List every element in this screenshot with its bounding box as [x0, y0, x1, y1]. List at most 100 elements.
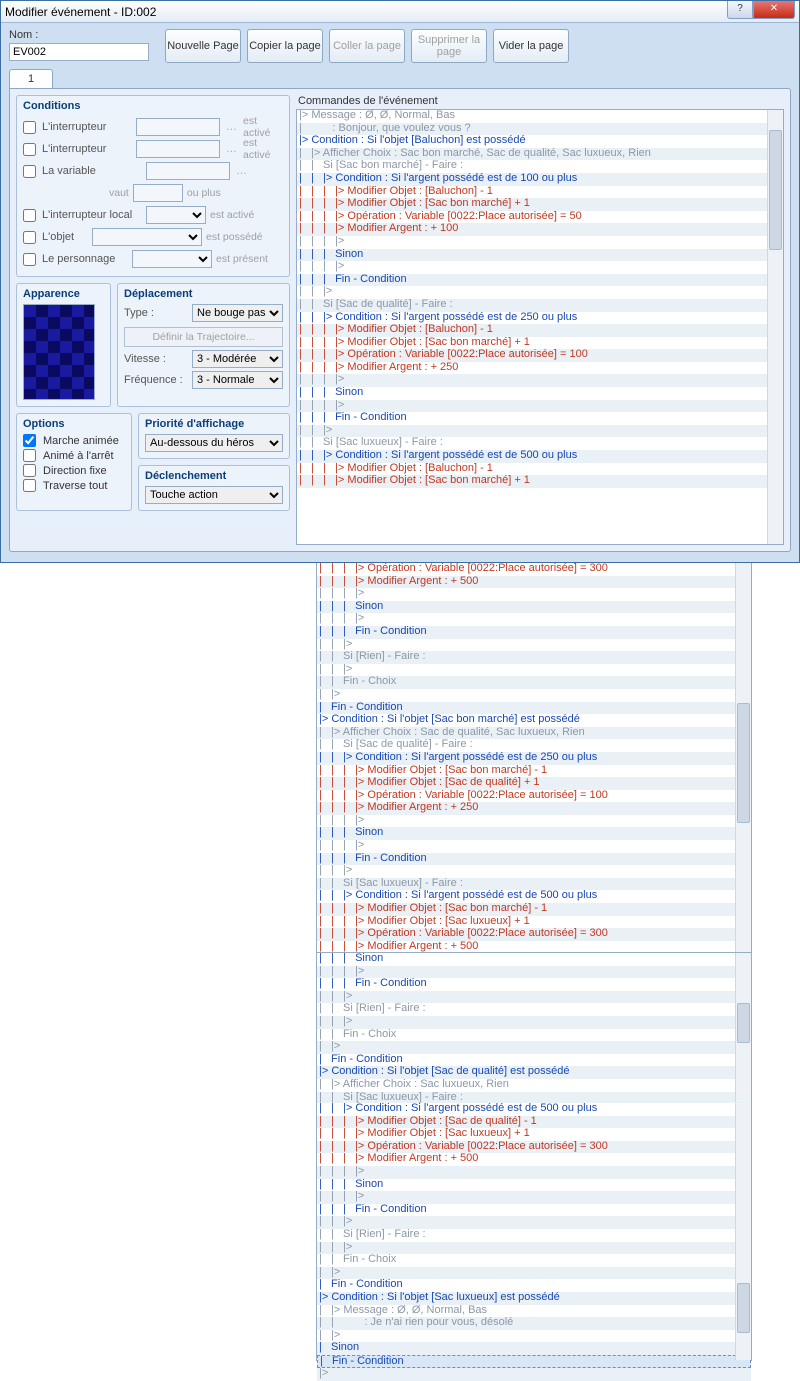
cond-variable-check[interactable]	[23, 165, 36, 178]
command-row[interactable]: | Fin - Condition	[317, 1355, 751, 1369]
new-page-button[interactable]: Nouvelle Page	[165, 29, 241, 63]
opt-dirfix-check[interactable]	[23, 464, 36, 477]
trigger-title: Déclenchement	[145, 470, 283, 482]
cond-switch1-field[interactable]	[136, 118, 220, 136]
scroll-thumb[interactable]	[737, 703, 750, 823]
scroll-thumb[interactable]	[737, 1283, 750, 1333]
command-row[interactable]: | | | Sinon	[297, 249, 783, 262]
event-editor-window: Modifier événement - ID:002 ? ✕ Nom : No…	[0, 0, 800, 563]
command-row[interactable]: | | Si [Rien] - Faire :	[317, 1229, 751, 1242]
movement-speed-select[interactable]: 3 - Modérée	[192, 350, 283, 368]
command-row[interactable]: | | | Sinon	[297, 387, 783, 400]
conditions-group: Conditions L'interrupteur…est activé L'i…	[16, 95, 290, 277]
command-row[interactable]: | | | Sinon	[317, 827, 751, 840]
tab-page-1[interactable]: 1	[9, 69, 53, 88]
priority-select[interactable]: Au-dessous du héros	[145, 434, 283, 452]
command-row[interactable]: |>	[317, 1368, 751, 1381]
command-row[interactable]: | | Fin - Choix	[317, 1254, 751, 1267]
scrollbar[interactable]	[735, 563, 751, 952]
scrollbar[interactable]	[735, 953, 751, 1102]
opt-stepanim-check[interactable]	[23, 449, 36, 462]
command-row[interactable]: | | | Fin - Condition	[297, 412, 783, 425]
scroll-thumb[interactable]	[737, 1003, 750, 1043]
commands-listbox-3[interactable]: | | | Sinon| | | |>| | | Fin - Condition…	[316, 953, 752, 1103]
scrollbar[interactable]	[767, 110, 783, 544]
command-row[interactable]: | Sinon	[317, 1342, 751, 1355]
command-row[interactable]: | | Si [Rien] - Faire :	[317, 1003, 751, 1016]
command-row[interactable]: | | Fin - Choix	[317, 1029, 751, 1042]
cond-item-field[interactable]	[92, 228, 202, 246]
command-row[interactable]: | | | Sinon	[317, 601, 751, 614]
titlebar[interactable]: Modifier événement - ID:002 ? ✕	[1, 1, 799, 23]
scroll-thumb[interactable]	[769, 130, 782, 250]
opt-walkanim-check[interactable]	[23, 434, 36, 447]
ellipsis-icon[interactable]: …	[224, 121, 239, 133]
overflow-area: | | | |> Opération : Variable [0022:Plac…	[0, 563, 800, 1361]
name-field[interactable]	[9, 43, 149, 61]
command-row[interactable]: | | Si [Rien] - Faire :	[317, 651, 751, 664]
command-row[interactable]: | | | |> Modifier Argent : + 250	[317, 802, 751, 815]
window-title: Modifier événement - ID:002	[5, 5, 727, 19]
cond-variable-field[interactable]	[146, 162, 230, 180]
ellipsis-icon[interactable]: …	[234, 165, 249, 177]
cond-switch1-check[interactable]	[23, 121, 36, 134]
movement-type-select[interactable]: Ne bouge pas	[192, 304, 283, 322]
opt-through-check[interactable]	[23, 479, 36, 492]
command-row[interactable]: | | | Fin - Condition	[297, 274, 783, 287]
options-title: Options	[23, 418, 125, 430]
command-row[interactable]: | | | |> Modifier Argent : + 500	[317, 576, 751, 589]
cond-item-check[interactable]	[23, 231, 36, 244]
commands-listbox-4[interactable]: | | |> Condition : Si l'argent possédé e…	[316, 1103, 752, 1361]
command-row[interactable]: | | | |> Modifier Objet : [Sac bon march…	[297, 475, 783, 488]
movement-freq-select[interactable]: 3 - Normale	[192, 371, 283, 389]
commands-listbox-2[interactable]: | | | |> Opération : Variable [0022:Plac…	[316, 563, 752, 953]
cond-switch1-label: L'interrupteur	[42, 121, 132, 133]
options-group: Options Marche animée Animé à l'arrêt Di…	[16, 413, 132, 511]
cond-variable-value[interactable]	[133, 184, 183, 202]
command-row[interactable]: | | | |> Modifier Argent : + 250	[297, 362, 783, 375]
appearance-group: Apparence	[16, 283, 111, 407]
ellipsis-icon[interactable]: …	[224, 143, 239, 155]
command-row[interactable]: | |>	[317, 1330, 751, 1343]
cond-selfswitch-field[interactable]	[146, 206, 206, 224]
cond-actor-field[interactable]	[132, 250, 212, 268]
command-row[interactable]: | | | Fin - Condition	[317, 978, 751, 991]
command-row[interactable]: | | | Fin - Condition	[317, 1204, 751, 1217]
paste-page-button[interactable]: Coller la page	[329, 29, 405, 63]
cond-actor-label: Le personnage	[42, 253, 128, 265]
client-area: Nom : Nouvelle Page Copier la page Colle…	[1, 23, 799, 562]
cond-variable-label: La variable	[42, 165, 142, 177]
command-row[interactable]: | | Fin - Choix	[317, 676, 751, 689]
cond-actor-check[interactable]	[23, 253, 36, 266]
sprite-preview[interactable]	[23, 304, 95, 400]
command-row[interactable]: | | | Fin - Condition	[317, 853, 751, 866]
command-row[interactable]: | | | Sinon	[317, 953, 751, 966]
trigger-select[interactable]: Touche action	[145, 486, 283, 504]
clear-page-button[interactable]: Vider la page	[493, 29, 569, 63]
delete-page-button[interactable]: Supprimer la page	[411, 29, 487, 63]
command-row[interactable]: | | | Sinon	[317, 1179, 751, 1192]
command-row[interactable]: | | | |>	[297, 374, 783, 387]
cond-selfswitch-label: L'interrupteur local	[42, 209, 142, 221]
cond-switch2-check[interactable]	[23, 143, 36, 156]
cond-item-label: L'objet	[42, 231, 88, 243]
priority-title: Priorité d'affichage	[145, 418, 283, 430]
movement-group: Déplacement Type :Ne bouge pas Définir l…	[117, 283, 290, 407]
cond-switch2-label: L'interrupteur	[42, 143, 132, 155]
command-row[interactable]: | | | |> Modifier Argent : + 500	[317, 1153, 751, 1166]
scrollbar[interactable]	[735, 1103, 751, 1360]
command-row[interactable]: | | | |>	[297, 236, 783, 249]
name-label: Nom :	[9, 29, 149, 41]
close-button[interactable]: ✕	[753, 1, 795, 19]
trajectory-button[interactable]: Définir la Trajectoire...	[124, 327, 283, 347]
command-row[interactable]: | | : Je n'ai rien pour vous, désolé	[317, 1317, 751, 1330]
copy-page-button[interactable]: Copier la page	[247, 29, 323, 63]
trigger-group: Déclenchement Touche action	[138, 465, 290, 511]
commands-listbox[interactable]: |> Message : Ø, Ø, Normal, Bas| : Bonjou…	[296, 109, 784, 545]
command-row[interactable]: | | | Fin - Condition	[317, 626, 751, 639]
cond-selfswitch-check[interactable]	[23, 209, 36, 222]
priority-group: Priorité d'affichage Au-dessous du héros	[138, 413, 290, 459]
help-button[interactable]: ?	[727, 1, 753, 19]
cond-switch2-field[interactable]	[136, 140, 220, 158]
command-row[interactable]: | | | |> Modifier Argent : + 100	[297, 223, 783, 236]
